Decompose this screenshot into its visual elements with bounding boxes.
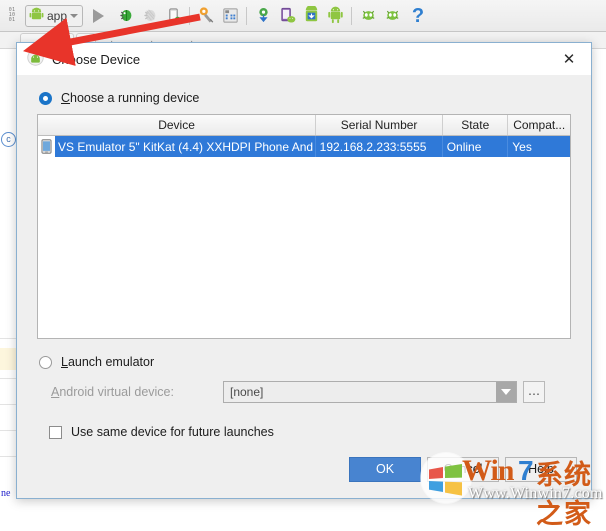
- device-table[interactable]: Device Serial Number State Compat... VS …: [37, 114, 571, 339]
- dialog-titlebar: Choose Device ✕: [17, 43, 591, 75]
- help-icon[interactable]: ?: [404, 3, 432, 29]
- run-icon[interactable]: [83, 3, 113, 29]
- binary-icon[interactable]: 01 10 01: [1, 3, 23, 29]
- layout-inspector-icon[interactable]: [218, 3, 242, 29]
- sync-gradle-icon[interactable]: [251, 3, 275, 29]
- column-header-device[interactable]: Device: [38, 115, 317, 135]
- avd-browse-button[interactable]: ⋯: [523, 381, 545, 403]
- sdk-download-icon[interactable]: [299, 3, 323, 29]
- help-button[interactable]: Help: [505, 456, 577, 482]
- virtual-device-alien-icon[interactable]: [356, 3, 380, 29]
- sdk-manager-wrench-icon[interactable]: [194, 3, 218, 29]
- cell-serial[interactable]: 192.168.2.233:5555: [316, 136, 443, 157]
- cell-compatible[interactable]: Yes: [508, 136, 570, 157]
- dialog-body: Choose a running device Device Serial Nu…: [17, 75, 591, 446]
- android-device-monitor-icon[interactable]: [323, 3, 347, 29]
- column-header-compatible[interactable]: Compat...: [508, 115, 570, 135]
- radio-launch-indicator[interactable]: [39, 355, 52, 369]
- editor-code-fragment: ne: [1, 488, 11, 499]
- avd-row: Android virtual device: [none] ⋯: [51, 381, 571, 403]
- cancel-button[interactable]: Cancel: [427, 456, 499, 482]
- android-module-icon: [29, 7, 44, 25]
- use-same-device-checkbox-row[interactable]: Use same device for future launches: [49, 425, 571, 439]
- avd-label: Android virtual device:: [51, 385, 174, 399]
- cell-device[interactable]: VS Emulator 5" KitKat (4.4) XXHDPI Phone…: [38, 136, 316, 157]
- device-table-body: VS Emulator 5" KitKat (4.4) XXHDPI Phone…: [38, 136, 570, 338]
- radio-running-label: Choose a running device: [61, 91, 200, 105]
- module-label: app: [47, 8, 68, 23]
- phone-device-icon: [38, 136, 55, 157]
- android-head-icon: [27, 49, 44, 69]
- radio-running-indicator[interactable]: [39, 91, 52, 105]
- radio-choose-running-device[interactable]: Choose a running device: [39, 91, 571, 105]
- cell-device-text: VS Emulator 5" KitKat (4.4) XXHDPI Phone…: [58, 139, 314, 154]
- device-table-header: Device Serial Number State Compat...: [38, 115, 570, 136]
- main-toolbar[interactable]: 01 10 01 app ?: [0, 0, 606, 32]
- dialog-footer: OK Cancel Help: [17, 446, 591, 498]
- coverage-icon[interactable]: [137, 3, 161, 29]
- avd-manager-icon[interactable]: [275, 3, 299, 29]
- close-icon[interactable]: ✕: [547, 43, 591, 75]
- editor-gutter-marker: c: [1, 132, 16, 147]
- radio-launch-emulator[interactable]: Launch emulator: [39, 355, 571, 369]
- choose-device-dialog: Choose Device ✕ Choose a running device …: [16, 42, 592, 499]
- column-header-state[interactable]: State: [443, 115, 509, 135]
- use-same-device-label: Use same device for future launches: [71, 425, 274, 439]
- debug-bug-icon[interactable]: [113, 3, 137, 29]
- chevron-down-icon[interactable]: [496, 382, 516, 402]
- attach-debugger-icon[interactable]: [161, 3, 185, 29]
- ok-button[interactable]: OK: [349, 456, 421, 482]
- virtual-device-alien2-icon[interactable]: [380, 3, 404, 29]
- radio-launch-label: Launch emulator: [61, 355, 155, 369]
- chevron-down-icon[interactable]: [70, 13, 79, 18]
- column-header-serial-number[interactable]: Serial Number: [316, 115, 444, 135]
- module-selector[interactable]: app: [25, 4, 84, 27]
- avd-select[interactable]: [none]: [223, 381, 517, 403]
- avd-select-value: [none]: [230, 385, 264, 399]
- cell-state[interactable]: Online: [443, 136, 509, 157]
- table-row[interactable]: VS Emulator 5" KitKat (4.4) XXHDPI Phone…: [38, 136, 570, 157]
- dialog-title: Choose Device: [52, 51, 141, 67]
- use-same-device-checkbox[interactable]: [49, 425, 62, 439]
